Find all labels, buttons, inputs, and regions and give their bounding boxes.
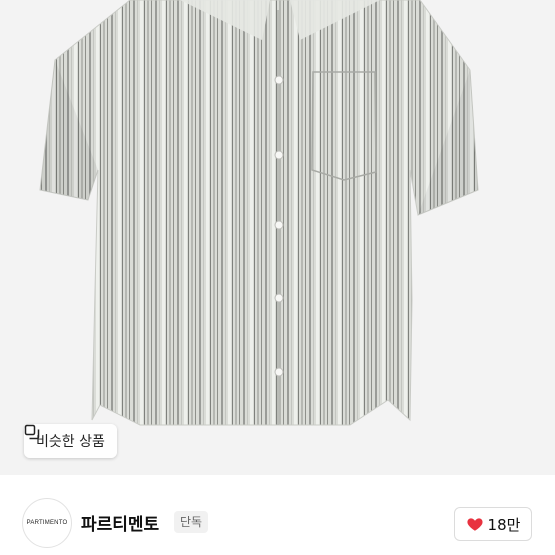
shop-logo-text: PARTIMENTO	[26, 520, 68, 526]
like-count: 18만	[487, 515, 521, 534]
shop-logo[interactable]: PARTIMENTO	[22, 498, 72, 548]
striped-shirt-image	[39, 0, 479, 426]
shop-name[interactable]: 파르티멘토	[81, 510, 159, 535]
similar-products-label: 비슷한 상품	[36, 434, 105, 450]
like-button[interactable]: 18만	[454, 507, 532, 541]
similar-products-button[interactable]: 비슷한 상품	[24, 424, 117, 458]
heart-icon	[466, 518, 483, 531]
exclusive-badge: 단독	[174, 511, 209, 533]
product-image[interactable]: 비슷한 상품	[0, 0, 555, 475]
copy-icon	[24, 424, 40, 440]
